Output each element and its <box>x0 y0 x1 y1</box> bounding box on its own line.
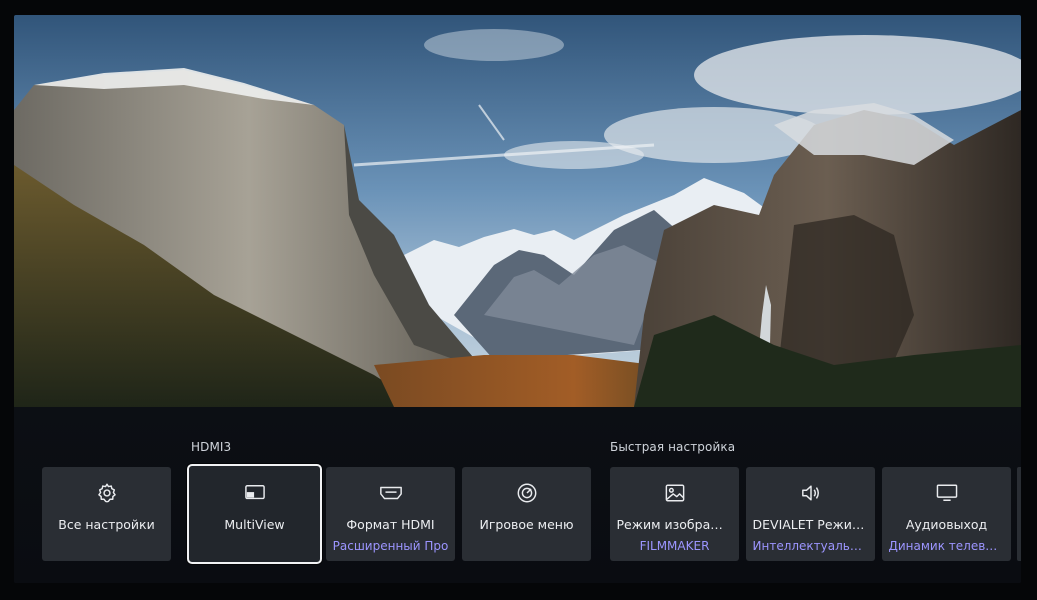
hdmi-format-value: Расширенный Про <box>332 539 449 553</box>
multiview-tile[interactable]: MultiView <box>187 464 322 564</box>
devialet-mode-value: Интеллектуальн… <box>752 539 869 553</box>
devialet-mode-tile[interactable]: DEVIALET Режим… Интеллектуальн… <box>746 467 875 561</box>
hdmi-icon <box>379 482 403 504</box>
game-menu-tile[interactable]: Игровое меню <box>462 467 591 561</box>
gear-icon <box>96 482 118 504</box>
quick-settings-label: Быстрая настройка <box>610 440 736 454</box>
multiview-label: MultiView <box>224 517 285 532</box>
picture-mode-tile[interactable]: Режим изображ… FILMMAKER <box>610 467 739 561</box>
speaker-icon <box>800 482 822 504</box>
tv-screen: HDMI3 Быстрая настройка Все настройки Mu… <box>14 15 1021 583</box>
tv-icon <box>935 482 959 504</box>
next-tile-peek[interactable] <box>1017 467 1021 561</box>
multiview-icon <box>244 482 266 504</box>
hdmi-format-label: Формат HDMI <box>346 517 435 532</box>
game-gauge-icon <box>516 482 538 504</box>
all-settings-tile[interactable]: Все настройки <box>42 467 171 561</box>
audio-output-tile[interactable]: Аудиовыход Динамик телеви… <box>882 467 1011 561</box>
all-settings-label: Все настройки <box>58 517 155 532</box>
hdmi-format-tile[interactable]: Формат HDMI Расширенный Про <box>326 467 455 561</box>
picture-mode-label: Режим изображ… <box>616 517 733 532</box>
game-menu-label: Игровое меню <box>479 517 574 532</box>
input-source-label: HDMI3 <box>191 440 232 454</box>
audio-output-value: Динамик телеви… <box>888 539 1005 553</box>
devialet-mode-label: DEVIALET Режим… <box>752 517 869 532</box>
audio-output-label: Аудиовыход <box>905 517 988 532</box>
picture-icon <box>664 482 686 504</box>
picture-mode-value: FILMMAKER <box>639 539 710 553</box>
background-landscape-image <box>14 15 1021 407</box>
quick-settings-panel: HDMI3 Быстрая настройка Все настройки Mu… <box>14 407 1021 583</box>
